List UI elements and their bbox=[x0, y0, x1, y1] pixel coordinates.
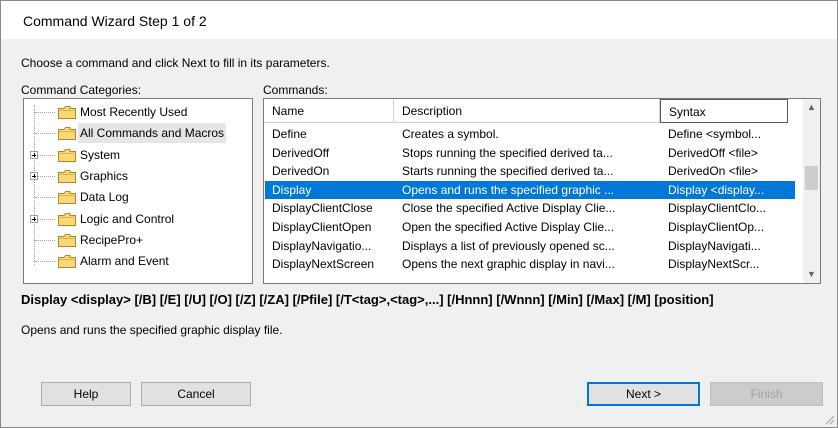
next-button[interactable]: Next > bbox=[587, 382, 700, 406]
tree-item-label: Alarm and Event bbox=[80, 254, 169, 269]
command-name-cell: DisplayClientClose bbox=[272, 201, 373, 216]
folder-icon bbox=[58, 105, 76, 119]
folder-icon bbox=[58, 169, 76, 183]
command-syntax-cell: Define <symbol... bbox=[668, 127, 762, 141]
finish-button[interactable]: Finish bbox=[710, 382, 823, 406]
tree-branch-line bbox=[35, 197, 55, 199]
tree-item-logic-and-control[interactable]: Logic and Control bbox=[24, 209, 252, 229]
command-row[interactable]: DerivedOn Starts running the specified de… bbox=[265, 162, 795, 180]
command-name-cell: DisplayNextScreen bbox=[272, 257, 375, 272]
command-description-cell: Opens the next graphic display in navi..… bbox=[402, 257, 615, 272]
column-header-name[interactable]: Name bbox=[264, 99, 394, 123]
command-syntax-cell: DerivedOn <file> bbox=[668, 164, 759, 179]
command-row[interactable]: Define Creates a symbol. Define <symbol... bbox=[265, 125, 795, 143]
command-wizard-dialog: Command Wizard Step 1 of 2 Choose a comm… bbox=[0, 0, 838, 428]
tree-item-system[interactable]: System bbox=[24, 145, 252, 165]
command-description-cell: Starts running the specified derived ta.… bbox=[402, 164, 614, 179]
command-syntax-cell: DisplayNextScr... bbox=[668, 257, 760, 272]
tree-item-label: Graphics bbox=[80, 168, 129, 183]
categories-label: Command Categories: bbox=[21, 83, 142, 97]
tree-branch-line bbox=[35, 175, 55, 177]
folder-icon bbox=[58, 212, 76, 226]
plus-expander-icon[interactable] bbox=[30, 214, 38, 223]
tree-item-label: Data Log bbox=[80, 190, 129, 205]
scroll-up-icon[interactable]: ▲ bbox=[803, 99, 820, 116]
tree-branch-line bbox=[35, 154, 55, 156]
resize-grip-icon[interactable] bbox=[823, 413, 835, 425]
help-button[interactable]: Help bbox=[41, 382, 131, 406]
tree-item-label: All Commands and Macros bbox=[78, 123, 227, 144]
tree-branch-line bbox=[35, 261, 55, 263]
command-row[interactable]: DisplayNextScreen Opens the next graphic … bbox=[265, 255, 795, 273]
folder-icon bbox=[58, 148, 76, 162]
commands-label: Commands: bbox=[263, 83, 328, 97]
tree-item-label: System bbox=[80, 147, 121, 162]
plus-expander-icon[interactable] bbox=[30, 171, 38, 180]
command-description-cell: Displays a list of previously opened sc.… bbox=[402, 238, 615, 253]
command-description-cell: Open the specified Active Display Clie..… bbox=[402, 220, 615, 234]
folder-icon bbox=[58, 190, 76, 205]
command-description-cell: Opens and runs the specified graphic ... bbox=[402, 182, 615, 197]
dialog-title: Command Wizard Step 1 of 2 bbox=[23, 13, 207, 29]
tree-item-label: Logic and Control bbox=[80, 211, 175, 226]
command-description-cell: Close the specified Active Display Clie.… bbox=[402, 201, 616, 216]
commands-scrollbar[interactable]: ▲ ▼ bbox=[803, 99, 820, 283]
command-name-cell: Define bbox=[272, 127, 307, 141]
command-name-cell: DerivedOff bbox=[272, 145, 330, 160]
column-header-description[interactable]: Description bbox=[394, 99, 660, 123]
tree-item-recipepro-[interactable]: RecipePro+ bbox=[24, 230, 252, 250]
scroll-down-icon[interactable]: ▼ bbox=[803, 266, 820, 283]
tree-item-all-commands-and-macros[interactable]: All Commands and Macros bbox=[24, 123, 252, 144]
column-header-syntax[interactable]: Syntax bbox=[660, 99, 788, 123]
category-tree[interactable]: Most Recently Used All Commands and Macro… bbox=[23, 98, 253, 284]
instruction-text: Choose a command and click Next to fill … bbox=[21, 56, 330, 70]
selected-command-syntax: Display <display> [/B] [/E] [/U] [/O] [/… bbox=[21, 292, 714, 307]
plus-expander-icon[interactable] bbox=[30, 150, 38, 159]
tree-branch-line bbox=[35, 239, 55, 241]
command-syntax-cell: Display <display... bbox=[668, 182, 765, 197]
command-syntax-cell: DisplayNavigati... bbox=[668, 238, 761, 253]
title-bar: Command Wizard Step 1 of 2 bbox=[1, 1, 837, 39]
tree-branch-line bbox=[35, 112, 55, 113]
command-row[interactable]: Display Opens and runs the specified grap… bbox=[265, 180, 795, 199]
tree-item-label: RecipePro+ bbox=[80, 232, 144, 247]
command-row[interactable]: DisplayClientOpen Open the specified Acti… bbox=[265, 218, 795, 236]
command-row[interactable]: DisplayClientClose Close the specified Ac… bbox=[265, 199, 795, 217]
command-syntax-cell: DisplayClientClo... bbox=[668, 201, 767, 216]
folder-icon bbox=[58, 254, 76, 269]
tree-item-label: Most Recently Used bbox=[80, 105, 188, 119]
tree-item-data-log[interactable]: Data Log bbox=[24, 187, 252, 207]
tree-item-most-recently-used[interactable]: Most Recently Used bbox=[24, 102, 252, 122]
tree-item-graphics[interactable]: Graphics bbox=[24, 166, 252, 186]
command-syntax-cell: DisplayClientOp... bbox=[668, 220, 765, 234]
command-description-cell: Creates a symbol. bbox=[402, 127, 499, 141]
command-description-cell: Stops running the specified derived ta..… bbox=[402, 145, 613, 160]
command-name-cell: DisplayNavigatio... bbox=[272, 238, 372, 253]
cancel-button[interactable]: Cancel bbox=[141, 382, 251, 406]
command-row[interactable]: DerivedOff Stops running the specified de… bbox=[265, 144, 795, 162]
tree-item-alarm-and-event[interactable]: Alarm and Event bbox=[24, 251, 252, 271]
folder-icon bbox=[58, 126, 76, 141]
command-name-cell: DerivedOn bbox=[272, 164, 330, 179]
selected-command-description: Opens and runs the specified graphic dis… bbox=[21, 323, 283, 337]
command-row[interactable]: DisplayNavigatio... Displays a list of pr… bbox=[265, 237, 795, 255]
command-name-cell: Display bbox=[272, 182, 312, 197]
tree-branch-line bbox=[35, 218, 55, 220]
command-name-cell: DisplayClientOpen bbox=[272, 220, 372, 234]
scroll-thumb[interactable] bbox=[805, 166, 818, 190]
commands-list[interactable]: Name Description Syntax Define Creates a … bbox=[263, 98, 821, 284]
command-syntax-cell: DerivedOff <file> bbox=[668, 145, 758, 160]
tree-branch-line bbox=[35, 133, 55, 135]
folder-icon bbox=[58, 233, 76, 247]
